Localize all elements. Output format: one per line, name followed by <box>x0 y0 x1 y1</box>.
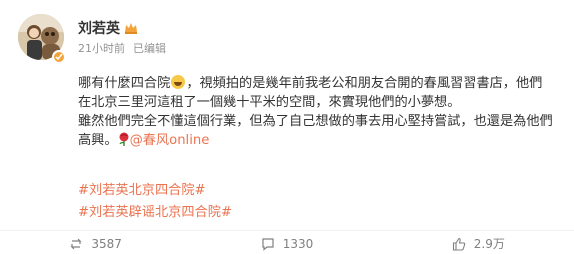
weibo-post: 刘若英 21小时前 已编辑 哪有什麼四合院 ，視頻拍的是幾年前我老公和朋友合開的春… <box>0 0 574 254</box>
comment-icon <box>262 237 274 251</box>
content-text: ，視頻拍的是幾年前我老公和朋友合開的春風習習書店，他們 <box>186 76 543 91</box>
repost-count: 3587 <box>91 236 122 251</box>
comment-button[interactable]: 1330 <box>191 233 382 254</box>
repost-button[interactable]: 3587 <box>0 233 191 254</box>
content-line: 哪有什麼四合院 ，視頻拍的是幾年前我老公和朋友合開的春風習習書店，他們 <box>78 74 558 93</box>
like-button[interactable]: 2.9万 <box>383 233 574 254</box>
content-line: 在北京三里河這租了一個幾十平米的空間，來實現他們的小夢想。 <box>78 95 461 110</box>
like-count: 2.9万 <box>473 237 505 251</box>
verified-badge-icon <box>52 50 66 64</box>
username-text[interactable]: 刘若英 <box>78 18 120 38</box>
divider <box>0 230 574 231</box>
content-line: 雖然他們完全不懂這個行業，但為了自己想做的事去用心堅持嘗試，也還是為他們 <box>78 114 553 129</box>
content-text: 高興。 <box>78 133 118 148</box>
hashtag-link[interactable]: #刘若英辟谣北京四合院# <box>78 202 232 224</box>
content-text: 哪有什麼四合院 <box>78 76 171 91</box>
action-bar: 3587 1330 2.9万 <box>0 233 574 254</box>
laughing-emoji-icon <box>171 75 186 89</box>
thumbs-up-icon <box>452 237 465 251</box>
mention-link[interactable]: @春风online <box>130 133 210 148</box>
crown-icon <box>125 23 137 34</box>
content-line: 高興。 @春风online <box>78 131 558 150</box>
repost-icon <box>70 238 82 249</box>
edited-label[interactable]: 已编辑 <box>133 40 166 56</box>
hashtag-link[interactable]: #刘若英北京四合院# <box>78 180 232 202</box>
post-meta: 21小时前 已编辑 <box>78 40 166 56</box>
hashtag-list: #刘若英北京四合院# #刘若英辟谣北京四合院# <box>78 180 232 224</box>
comment-count: 1330 <box>282 236 314 251</box>
post-content: 哪有什麼四合院 ，視頻拍的是幾年前我老公和朋友合開的春風習習書店，他們 在北京三里… <box>78 74 558 150</box>
post-time[interactable]: 21小时前 <box>78 40 125 56</box>
rose-icon <box>119 132 129 146</box>
username[interactable]: 刘若英 <box>78 18 138 38</box>
